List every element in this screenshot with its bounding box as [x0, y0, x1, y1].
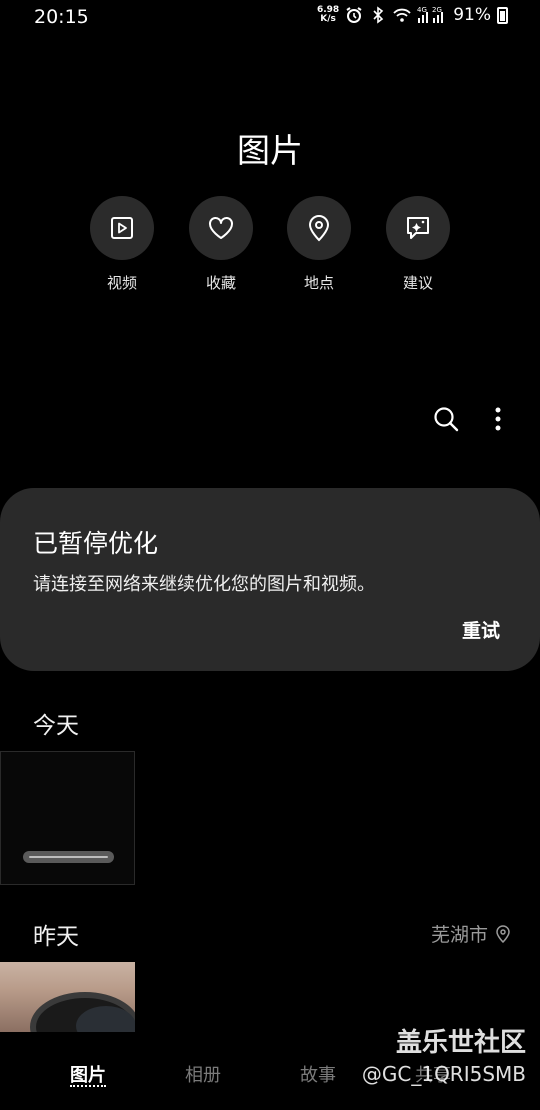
toast-preview — [23, 851, 114, 863]
watermark-site: 盖乐世社区 — [395, 1028, 526, 1058]
favorites-label: 收藏 — [205, 274, 236, 292]
quick-actions: 视频 收藏 地点 建议 — [0, 196, 540, 296]
more-vertical-icon[interactable] — [486, 405, 510, 433]
places-button[interactable]: 地点 — [279, 196, 359, 293]
photo-thumbnail[interactable] — [0, 962, 135, 1032]
status-icons: 6.98 K/s 4G 2G 91% — [317, 5, 508, 25]
bluetooth-icon — [373, 6, 384, 24]
search-icon[interactable] — [432, 405, 460, 433]
photo-thumbnail[interactable] — [0, 751, 135, 885]
notice-body: 请连接至网络来继续优化您的图片和视频。 — [33, 574, 375, 595]
retry-button[interactable]: 重试 — [462, 616, 500, 643]
location-label: 芜湖市 — [430, 924, 488, 946]
signal-icon: 4G 2G — [417, 6, 444, 23]
suggestions-label: 建议 — [402, 274, 433, 292]
heart-icon — [209, 217, 233, 239]
alarm-icon — [346, 7, 362, 23]
page-title: 图片 — [237, 131, 303, 170]
svg-text:4G: 4G — [417, 6, 427, 14]
location-pin-icon — [308, 215, 330, 242]
section-title-yesterday: 昨天 — [33, 924, 79, 950]
watermark-user: @GC_1QRI5SMB — [361, 1062, 526, 1086]
tab-stories[interactable]: 故事 — [300, 1061, 336, 1087]
notice-title: 已暂停优化 — [33, 529, 159, 558]
places-label: 地点 — [303, 274, 334, 292]
video-label: 视频 — [106, 274, 137, 292]
wifi-icon — [393, 8, 411, 22]
location-tag[interactable]: 芜湖市 — [431, 920, 510, 947]
favorites-button[interactable]: 收藏 — [181, 196, 261, 293]
suggestions-button[interactable]: 建议 — [378, 196, 458, 293]
watch-image — [30, 992, 135, 1032]
video-icon — [111, 217, 133, 239]
suggestion-icon — [407, 217, 429, 239]
battery-icon — [497, 6, 508, 24]
status-time: 20:15 — [34, 6, 89, 28]
video-button[interactable]: 视频 — [82, 196, 162, 293]
location-pin-icon — [496, 924, 510, 943]
tab-pictures[interactable]: 图片 — [70, 1061, 106, 1087]
tab-albums[interactable]: 相册 — [185, 1061, 221, 1087]
active-tab-indicator — [70, 1085, 106, 1087]
battery-percent: 91% — [453, 5, 491, 25]
net-speed: 6.98 K/s — [316, 5, 340, 24]
status-bar: 20:15 6.98 K/s 4G 2G 91% — [0, 0, 540, 34]
svg-text:2G: 2G — [432, 6, 442, 14]
section-title-today: 今天 — [33, 713, 79, 739]
optimization-paused-card: 已暂停优化 请连接至网络来继续优化您的图片和视频。 重试 — [0, 488, 540, 671]
